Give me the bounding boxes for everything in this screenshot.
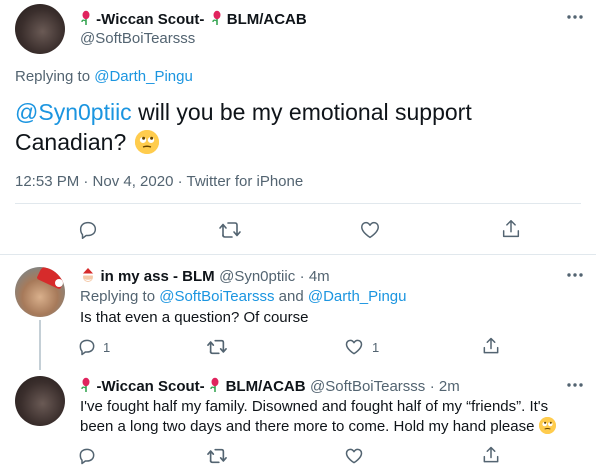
tweet-text: @Syn0ptiic will you be my emotional supp…	[15, 99, 472, 155]
santa-hat-pompom	[55, 279, 63, 287]
rose-icon	[211, 10, 223, 26]
more-options-icon[interactable]	[566, 272, 584, 278]
reply-author-avatar[interactable]	[15, 267, 65, 317]
more-options-icon[interactable]	[566, 382, 584, 388]
reply-icon[interactable]	[77, 337, 97, 357]
reply-author-line: in my ass - BLM @Syn0ptiic · 4m	[80, 267, 330, 286]
like-icon[interactable]	[359, 219, 381, 241]
replying-to-user-link[interactable]: @SoftBoiTearsss	[159, 288, 274, 305]
share-icon[interactable]	[481, 336, 501, 356]
reply-author-line: -Wiccan Scout- BLM/ACAB @SoftBoiTearsss …	[80, 377, 460, 396]
retweet-icon[interactable]	[206, 446, 228, 466]
divider	[15, 203, 581, 204]
reply-icon[interactable]	[77, 219, 99, 241]
like-count: 1	[372, 340, 380, 355]
rose-icon	[80, 10, 92, 26]
like-icon[interactable]	[344, 337, 364, 357]
more-options-icon[interactable]	[566, 14, 584, 20]
reply-count: 1	[103, 340, 111, 355]
replying-to-user-link[interactable]: @Darth_Pingu	[308, 288, 407, 305]
author-handle[interactable]: @SoftBoiTearsss	[80, 30, 195, 47]
thread-line	[39, 320, 41, 370]
reply-author-avatar[interactable]	[15, 376, 65, 426]
reply-text: Is that even a question? Of course	[80, 309, 309, 326]
retweet-icon[interactable]	[218, 219, 242, 241]
reply-time[interactable]: · 2m	[430, 378, 460, 395]
reply-author-handle[interactable]: @SoftBoiTearsss	[310, 378, 425, 395]
share-icon[interactable]	[481, 445, 501, 465]
rolling-eyes-icon	[538, 417, 556, 434]
reply-icon[interactable]	[77, 446, 97, 466]
share-icon[interactable]	[500, 218, 522, 240]
reply-author-display-name[interactable]: in my ass - BLM	[100, 268, 214, 285]
tweet-timestamp[interactable]: 12:53 PM · Nov 4, 2020 · Twitter for iPh…	[15, 173, 303, 190]
replying-to: Replying to @Darth_Pingu	[15, 68, 193, 85]
divider	[0, 254, 596, 255]
reply-author-display-name[interactable]: -Wiccan Scout-	[96, 378, 204, 395]
reply-author-display-name-suffix[interactable]: BLM/ACAB	[226, 378, 306, 395]
reply-text: I've fought half my family. Disowned and…	[80, 397, 585, 437]
rose-icon	[209, 377, 221, 393]
retweet-icon[interactable]	[206, 337, 228, 357]
author-display-name[interactable]: -Wiccan Scout- BLM/ACAB	[80, 10, 307, 28]
reply-time[interactable]: · 4m	[300, 268, 330, 285]
rolling-eyes-icon	[134, 130, 159, 154]
santa-icon	[80, 267, 96, 283]
reply-replying-to: Replying to @SoftBoiTearsss and @Darth_P…	[80, 288, 407, 305]
rose-icon	[80, 377, 92, 393]
reply-author-handle[interactable]: @Syn0ptiic	[219, 268, 295, 285]
author-avatar[interactable]	[15, 4, 65, 54]
mention-link[interactable]: @Syn0ptiic	[15, 99, 132, 125]
replying-to-user-link[interactable]: @Darth_Pingu	[94, 68, 193, 85]
like-icon[interactable]	[344, 446, 364, 466]
